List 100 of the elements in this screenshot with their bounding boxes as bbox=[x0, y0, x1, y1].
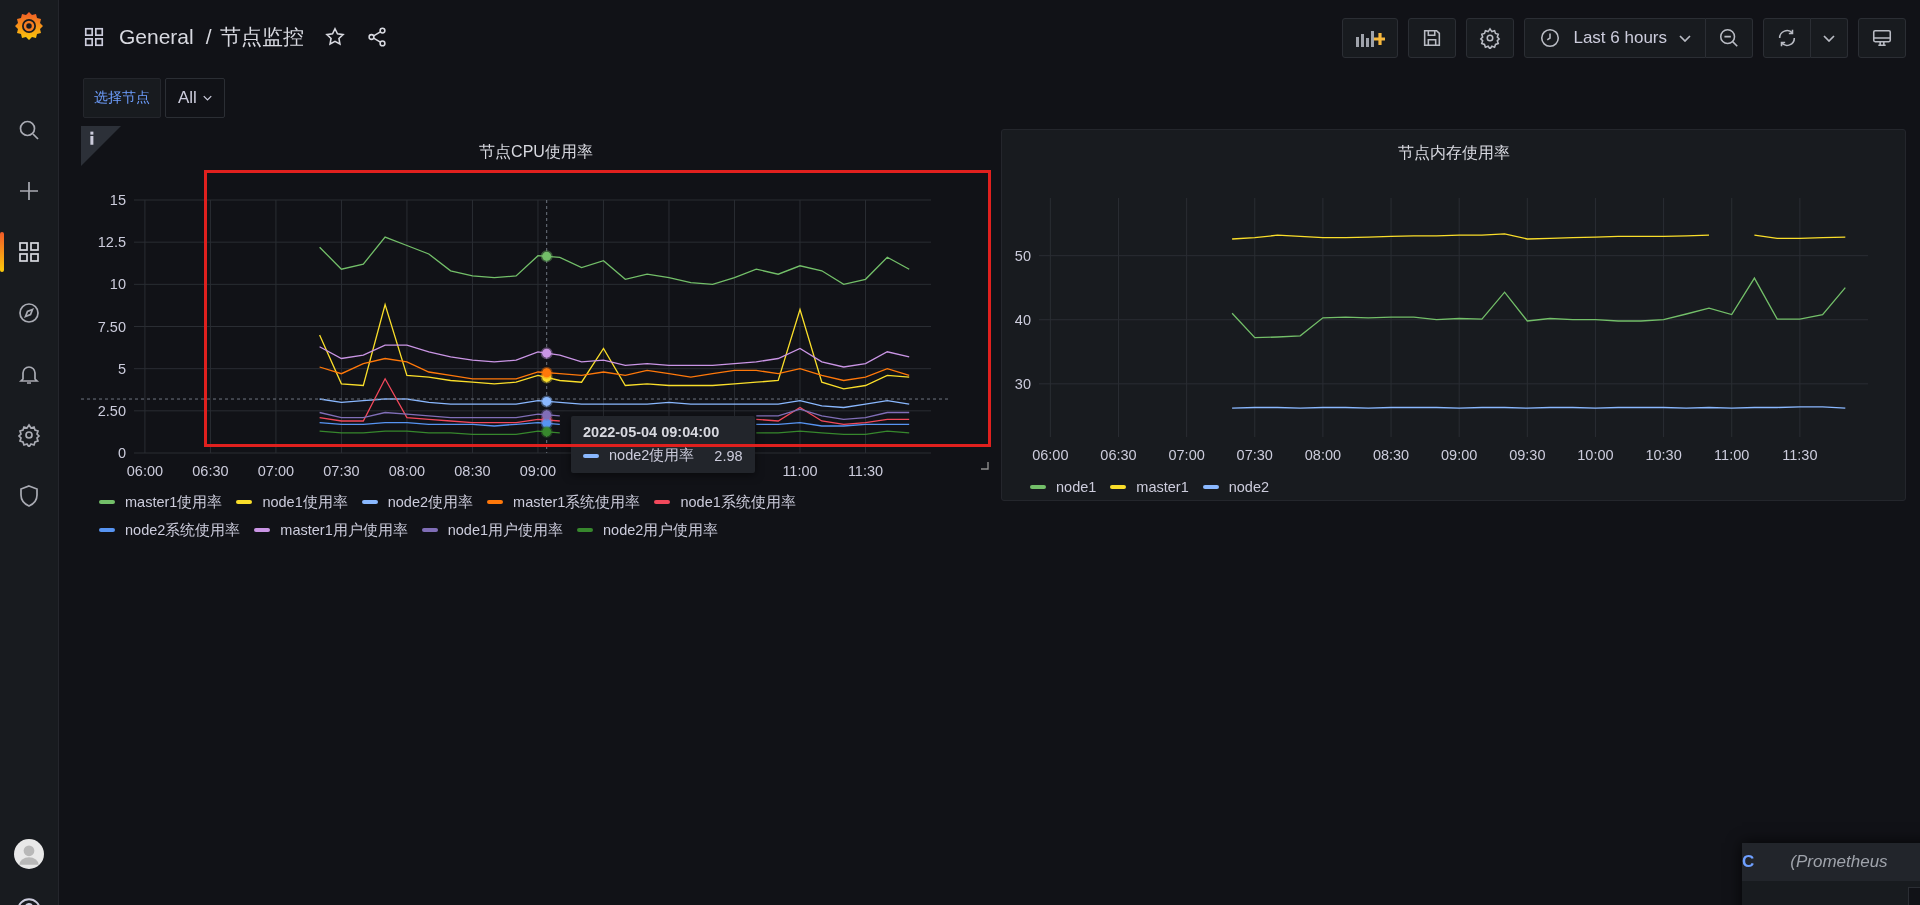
legend-label[interactable]: node2使用率 bbox=[387, 492, 474, 512]
legend-label[interactable]: master1 bbox=[1136, 479, 1189, 495]
share-icon[interactable] bbox=[365, 26, 388, 48]
legend-swatch bbox=[254, 528, 271, 532]
caret-icon bbox=[1679, 34, 1691, 42]
x-tick-label: 11:00 bbox=[782, 463, 818, 479]
legend-label[interactable]: node2系统使用率 bbox=[125, 520, 241, 540]
tooltip-series: node2使用率 bbox=[609, 446, 695, 465]
hover-point bbox=[540, 408, 553, 421]
breadcrumb-separator: / bbox=[205, 25, 212, 49]
zoom-out-button[interactable] bbox=[1706, 18, 1753, 58]
datasource-label: (Prometheus bbox=[1790, 852, 1888, 872]
y-tick-label: 2.50 bbox=[97, 402, 126, 419]
legend-swatch bbox=[361, 500, 378, 504]
info-icon[interactable] bbox=[81, 126, 121, 166]
x-tick-label: 07:30 bbox=[1236, 447, 1273, 463]
caret-icon bbox=[202, 95, 212, 101]
resize-handle-icon[interactable] bbox=[981, 462, 989, 470]
legend-label[interactable]: master1用户使用率 bbox=[280, 520, 408, 540]
tooltip-value: 2.98 bbox=[714, 447, 743, 464]
x-tick-label: 11:00 bbox=[1714, 447, 1750, 463]
x-tick-label: 09:00 bbox=[1441, 447, 1478, 463]
legend-swatch bbox=[99, 528, 115, 532]
y-tick-label: 0 bbox=[117, 445, 126, 461]
add-panel-button[interactable] bbox=[1342, 18, 1399, 58]
variable-label: 选择节点 bbox=[83, 78, 161, 118]
x-tick-label: 08:30 bbox=[1372, 447, 1410, 463]
y-tick-label: 50 bbox=[1014, 247, 1031, 264]
tv-mode-button[interactable] bbox=[1858, 18, 1906, 58]
legend-label[interactable]: node1 bbox=[1056, 479, 1097, 495]
search-icon bbox=[17, 118, 41, 142]
x-tick-label: 09:00 bbox=[519, 463, 557, 479]
legend-swatch bbox=[487, 500, 504, 504]
compass-icon bbox=[17, 301, 41, 325]
y-tick-label: 12.5 bbox=[97, 234, 126, 251]
caret-icon bbox=[1823, 34, 1835, 42]
x-tick-label: 06:30 bbox=[1100, 447, 1137, 463]
grid-icon bbox=[83, 26, 105, 48]
monitor-icon bbox=[1871, 27, 1893, 49]
x-tick-label: 10:00 bbox=[1577, 447, 1614, 463]
x-tick-label: 11:30 bbox=[847, 463, 884, 479]
settings-icon bbox=[17, 423, 41, 447]
query-letter: C bbox=[1742, 852, 1755, 872]
time-range-picker[interactable]: Last 6 hours bbox=[1524, 18, 1706, 58]
star-icon[interactable] bbox=[323, 26, 346, 48]
legend-label[interactable]: node2用户使用率 bbox=[603, 520, 719, 540]
save-button[interactable] bbox=[1408, 18, 1457, 58]
legend-swatch bbox=[99, 500, 115, 504]
clock-icon bbox=[1539, 27, 1562, 49]
legend-swatch bbox=[236, 500, 253, 504]
legend-label[interactable]: node1系统使用率 bbox=[680, 492, 796, 512]
legend-swatch bbox=[1030, 485, 1046, 489]
plus-icon bbox=[17, 179, 41, 203]
legend-label[interactable]: node2 bbox=[1228, 479, 1270, 495]
y-tick-label: 7.50 bbox=[97, 318, 126, 335]
y-tick-label: 10 bbox=[109, 276, 126, 293]
legend-swatch bbox=[1202, 485, 1219, 489]
x-tick-label: 07:00 bbox=[1168, 447, 1205, 463]
hover-point bbox=[540, 425, 553, 438]
x-tick-label: 10:30 bbox=[1645, 447, 1682, 463]
avatar-icon[interactable] bbox=[14, 839, 44, 869]
panel-title: 节点CPU使用率 bbox=[479, 141, 593, 162]
dashboard-title: 节点监控 bbox=[219, 24, 304, 50]
x-tick-label: 09:30 bbox=[1509, 447, 1546, 463]
legend-label[interactable]: master1系统使用率 bbox=[513, 492, 641, 512]
x-tick-label: 06:00 bbox=[1032, 447, 1069, 463]
zoom-out-icon bbox=[1718, 27, 1740, 49]
y-tick-label: 30 bbox=[1014, 375, 1031, 392]
x-tick-label: 11:30 bbox=[1782, 447, 1818, 463]
hover-point bbox=[540, 395, 553, 408]
hover-point bbox=[540, 347, 553, 360]
legend-swatch bbox=[654, 500, 671, 504]
settings-icon bbox=[1479, 27, 1502, 49]
x-tick-label: 07:30 bbox=[323, 463, 360, 479]
logo-icon[interactable] bbox=[13, 10, 45, 42]
legend-label[interactable]: node1使用率 bbox=[262, 492, 348, 512]
legend-swatch bbox=[577, 528, 594, 532]
folder-link[interactable]: General bbox=[119, 25, 194, 49]
x-tick-label: 06:00 bbox=[126, 463, 164, 479]
x-tick-label: 06:30 bbox=[192, 463, 229, 479]
x-tick-label: 08:30 bbox=[454, 463, 491, 479]
bar-chart-plus-icon bbox=[1355, 28, 1386, 48]
legend-swatch bbox=[421, 528, 438, 532]
hover-point bbox=[540, 250, 553, 263]
legend-label[interactable]: master1使用率 bbox=[125, 492, 223, 512]
panel-title: 节点内存使用率 bbox=[1397, 143, 1510, 163]
tooltip-time: 2022-05-04 09:04:00 bbox=[583, 424, 721, 440]
refresh-icon bbox=[1776, 27, 1798, 49]
x-tick-label: 08:00 bbox=[388, 463, 426, 479]
variable-dropdown[interactable]: All bbox=[165, 78, 225, 118]
y-tick-label: 15 bbox=[109, 192, 126, 208]
legend-swatch bbox=[1110, 485, 1127, 489]
y-tick-label: 5 bbox=[117, 360, 126, 377]
legend-label[interactable]: node1用户使用率 bbox=[447, 520, 564, 540]
x-tick-label: 07:00 bbox=[257, 463, 295, 479]
x-tick-label: 08:00 bbox=[1304, 447, 1342, 463]
refresh-button[interactable] bbox=[1763, 18, 1811, 58]
grid-icon bbox=[17, 240, 41, 264]
hover-point bbox=[540, 366, 553, 379]
settings-button[interactable] bbox=[1466, 18, 1515, 58]
